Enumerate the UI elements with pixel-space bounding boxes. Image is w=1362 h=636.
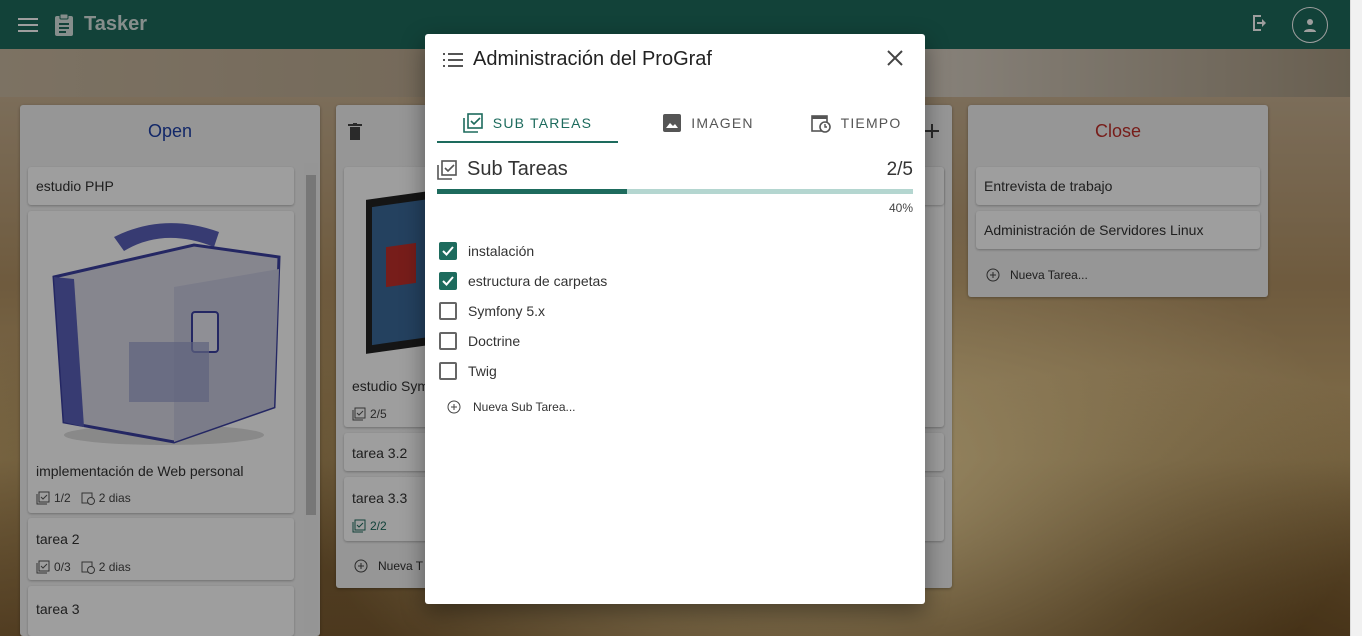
progress-fill — [437, 189, 628, 194]
tab-sub-tareas[interactable]: SUB TAREAS — [437, 104, 618, 143]
progress-label: 40% — [888, 201, 913, 215]
subtask-label: Twig — [468, 363, 497, 379]
subtask-count: 2/5 — [886, 158, 913, 180]
checkbox-checked[interactable] — [439, 242, 457, 260]
subtask-item[interactable]: Symfony 5.x — [439, 296, 607, 326]
subtask-list: instalación estructura de carpetas Symfony… — [439, 236, 607, 386]
subtask-label: Symfony 5.x — [468, 303, 546, 319]
tab-imagen[interactable]: IMAGEN — [618, 104, 799, 142]
section-title: Sub Tareas — [467, 158, 568, 180]
calendar-clock-icon — [810, 115, 831, 133]
close-icon[interactable] — [885, 48, 905, 68]
checkbox-checked[interactable] — [439, 272, 457, 290]
checklist-icon — [437, 159, 457, 180]
image-icon — [663, 114, 682, 132]
add-circle-icon — [447, 400, 461, 414]
subtask-item[interactable]: Doctrine — [439, 326, 607, 356]
subtask-label: estructura de carpetas — [468, 273, 608, 289]
check-icon — [442, 276, 454, 286]
dialog-tabs: SUB TAREAS IMAGEN TIEMPO — [437, 104, 913, 143]
tab-tiempo[interactable]: TIEMPO — [799, 104, 913, 142]
subtasks-header: Sub Tareas 2/5 — [437, 158, 913, 181]
subtask-item[interactable]: Twig — [439, 356, 607, 386]
checkbox-unchecked[interactable] — [439, 302, 457, 320]
subtask-item[interactable]: instalación — [439, 236, 607, 266]
page-scrollbar[interactable] — [1350, 0, 1362, 636]
subtask-label: Doctrine — [468, 333, 521, 349]
checkbox-unchecked[interactable] — [439, 362, 457, 380]
dialog-title: Administración del ProGraf — [473, 48, 712, 70]
add-subtask-button[interactable]: Nueva Sub Tarea... — [447, 400, 576, 414]
checklist-icon — [462, 113, 483, 133]
subtask-progress-bar — [437, 189, 913, 194]
checkbox-unchecked[interactable] — [439, 332, 457, 350]
check-icon — [442, 246, 454, 256]
task-dialog: Administración del ProGraf SUB TAREAS IM… — [425, 34, 925, 604]
subtask-label: instalación — [468, 243, 535, 259]
subtask-item[interactable]: estructura de carpetas — [439, 266, 607, 296]
list-icon — [443, 52, 463, 67]
